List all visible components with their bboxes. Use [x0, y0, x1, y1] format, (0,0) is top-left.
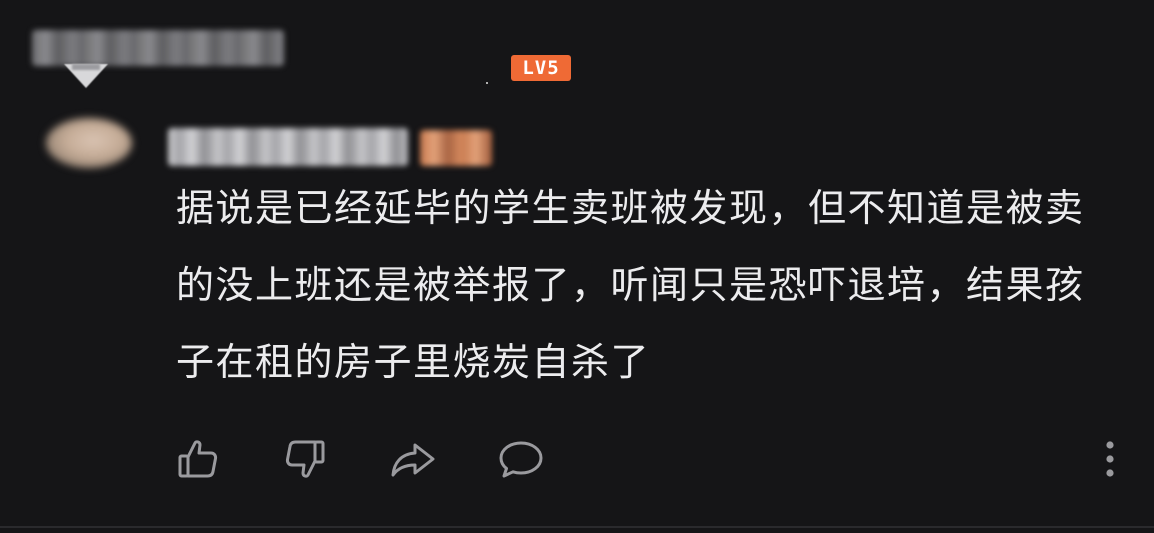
reply-button[interactable]: [494, 432, 548, 486]
share-arrow-icon: [391, 443, 435, 477]
like-button[interactable]: [171, 432, 225, 486]
blurred-reply-username[interactable]: [168, 128, 408, 166]
blurred-user-badge: [420, 130, 492, 166]
level-badge: LV5: [511, 55, 571, 81]
vertical-ellipsis-icon: [1106, 441, 1114, 477]
collapse-caret-shadow: [72, 64, 100, 70]
speech-bubble-icon: [499, 441, 543, 478]
thumbs-down-icon: [285, 440, 325, 478]
more-options-button[interactable]: [1094, 432, 1126, 486]
thumbs-up-icon: [178, 440, 218, 478]
share-button[interactable]: [386, 432, 440, 486]
comment-text: 据说是已经延毕的学生卖班被发现，但不知道是被卖的没上班还是被举报了，听闻只是恐吓…: [176, 186, 1085, 384]
avatar[interactable]: [46, 118, 132, 168]
comment-thread: LV5 据说是已经延毕的学生卖班被发现，但不知道是被卖的没上班还是被举报了，听闻…: [0, 0, 1154, 533]
divider: [0, 526, 1154, 528]
blurred-username[interactable]: [32, 30, 284, 66]
dislike-button[interactable]: [278, 432, 332, 486]
separator-dot: [486, 82, 488, 84]
